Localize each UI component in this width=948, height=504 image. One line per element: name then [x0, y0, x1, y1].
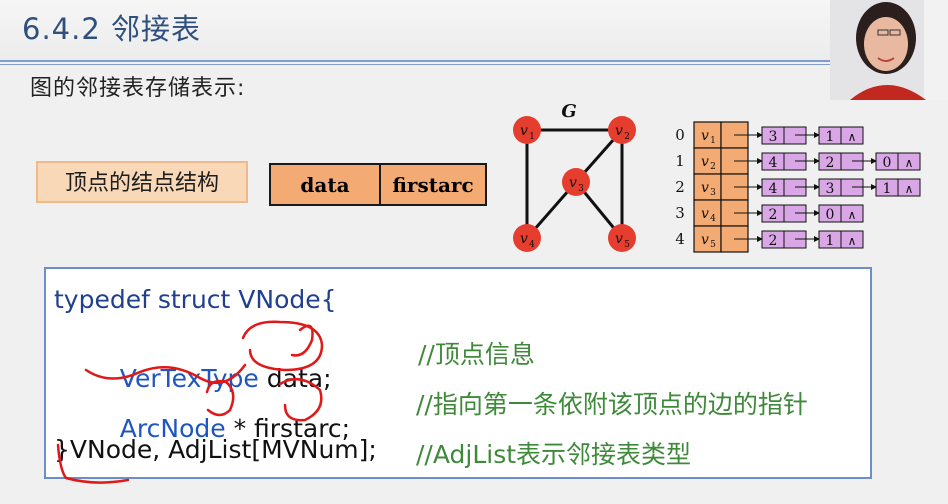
arc-node-null: ∧ — [848, 208, 857, 222]
arc-node-null: ∧ — [905, 156, 914, 170]
adj-head-vertex-label: v — [701, 128, 709, 144]
adj-index-1: 1 — [675, 152, 685, 170]
arc-node-value: 0 — [883, 155, 892, 171]
presenter-video — [830, 0, 948, 100]
comment-first-arc: //指向第一条依附该顶点的边的指针 — [416, 390, 808, 419]
adj-index-2: 2 — [675, 178, 685, 196]
arc-node-value: 0 — [826, 207, 835, 223]
adj-index-4: 4 — [675, 230, 685, 248]
arc-node-value: 3 — [769, 129, 778, 145]
arc-node-value: 2 — [826, 155, 835, 171]
comment-adjlist-type: //AdjList表示邻接表类型 — [416, 440, 692, 469]
adj-head-vertex-label: v — [701, 206, 709, 222]
arc-node-value: 2 — [769, 233, 778, 249]
arc-node-value: 1 — [826, 129, 835, 145]
arc-node-null: ∧ — [905, 182, 914, 196]
adj-head-vertex-label: v — [701, 232, 709, 248]
code-line-struct-close: }VNode, AdjList[MVNum]; — [54, 435, 377, 464]
presenter-silhouette — [830, 0, 948, 100]
adj-head-vertex-sub: 5 — [710, 240, 716, 250]
arc-node-value: 2 — [769, 207, 778, 223]
adj-index-3: 3 — [675, 204, 685, 222]
code-line-struct-open: typedef struct VNode{ — [54, 285, 337, 314]
arc-node-value: 4 — [769, 181, 778, 197]
arc-node-value: 1 — [883, 181, 892, 197]
arc-node-null: ∧ — [848, 130, 857, 144]
arc-node-value: 3 — [826, 181, 835, 197]
adj-head-vertex-sub: 1 — [710, 136, 716, 146]
adj-head-vertex-sub: 4 — [710, 214, 716, 224]
adj-index-0: 0 — [675, 126, 685, 144]
arc-node-value: 1 — [826, 233, 835, 249]
arc-node-value: 4 — [769, 155, 778, 171]
adj-head-vertex-label: v — [701, 154, 709, 170]
adj-head-vertex-sub: 3 — [710, 188, 716, 198]
comment-vertex-info: //顶点信息 — [418, 340, 535, 369]
adj-head-vertex-label: v — [701, 180, 709, 196]
arc-node-null: ∧ — [848, 234, 857, 248]
adj-head-vertex-sub: 2 — [710, 162, 716, 172]
code-block: typedef struct VNode{ VerTexType data; /… — [44, 267, 872, 479]
